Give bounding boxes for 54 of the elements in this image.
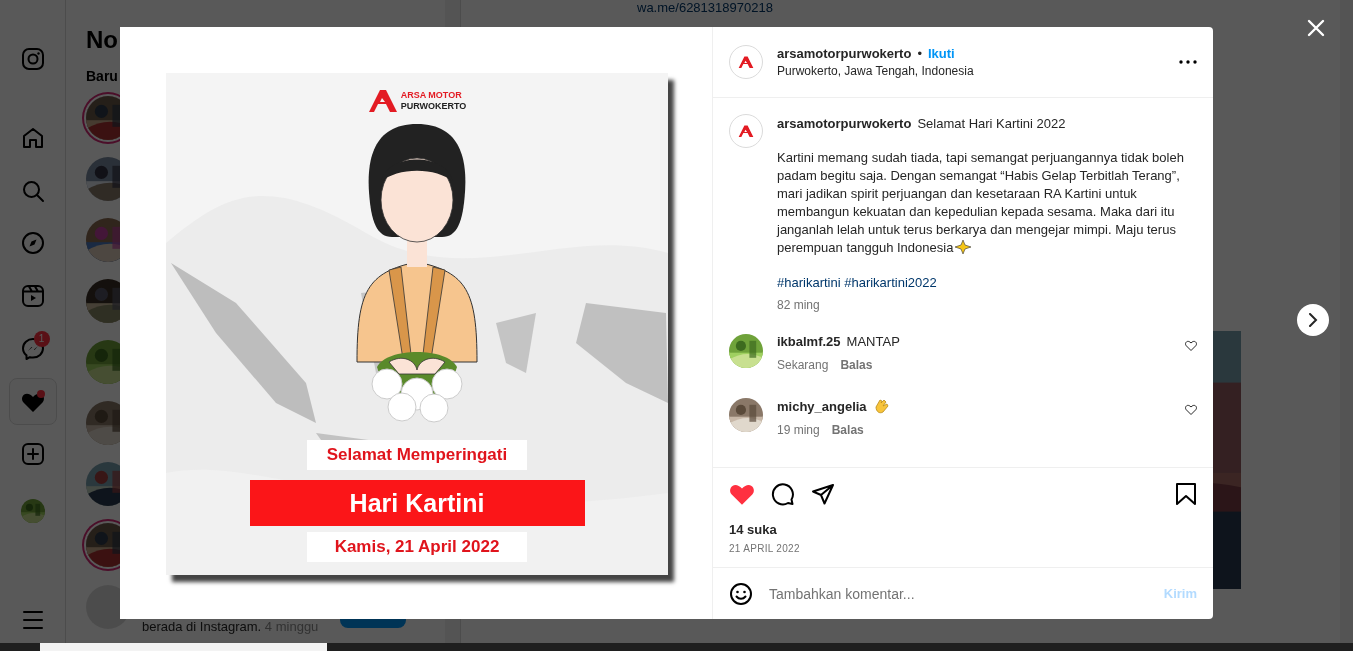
date-text: Kamis, 21 April 2022 (307, 532, 527, 562)
brand-name: ARSA MOTOR (400, 90, 463, 101)
share-button[interactable] (811, 482, 835, 506)
account-avatar[interactable] (729, 114, 763, 148)
more-options-button[interactable] (1179, 60, 1197, 64)
post-date: 21 APRIL 2022 (729, 543, 801, 554)
reply-button[interactable]: Balas (831, 423, 864, 437)
user-avatar[interactable] (729, 334, 763, 368)
post-time: 82 ming (777, 298, 821, 312)
compass-icon (20, 231, 45, 256)
username[interactable]: ikbalmf.25 (777, 334, 841, 349)
like-comment-button[interactable] (1185, 404, 1197, 415)
nav-button[interactable] (8, 378, 57, 425)
video-icon (20, 284, 45, 309)
logo-icon (738, 55, 754, 69)
brand-city: PURWOKERTO (400, 101, 467, 112)
notification-dot (36, 390, 45, 399)
scrollbar[interactable] (1340, 0, 1353, 643)
search-icon (20, 178, 45, 203)
unread-badge: 1 (33, 330, 50, 347)
section-title: Baru (86, 68, 119, 84)
username[interactable]: arsamotorpurwokerto (777, 46, 912, 61)
caption-text: Kartini memang sudah tiada, tapi semangat perjuangannya tidak boleh padam begitu saja. Dengan semangat “Habis Gelap Terbitlah Terang”, mari jadikan spirit perjuangan dan kesetaraan RA Kartini untuk membangun kekuatan dan kepedulian kepada sesama. Maka dari itu janganlah lelah untuk terus berkarya dan mengejar mimpi. Maju terus perempuan tangguh Indonesia (777, 149, 1185, 257)
user-avatar[interactable] (729, 398, 763, 432)
comment-time: Sekarang (777, 358, 829, 372)
like-comment-button[interactable] (1185, 340, 1197, 351)
emoji-button[interactable] (729, 581, 753, 606)
logo-icon (738, 124, 754, 138)
account-avatar[interactable] (729, 45, 763, 79)
greeting-text: Selamat Memperingati (307, 440, 527, 470)
chevron-right-icon (1308, 313, 1318, 327)
clapping-hands-icon (872, 398, 889, 414)
separator-dot: • (917, 46, 922, 61)
camera-logo-icon (20, 47, 45, 72)
username[interactable]: arsamotorpurwokerto (777, 116, 912, 131)
next-button[interactable] (1297, 304, 1329, 336)
sparkles-icon (955, 240, 972, 254)
plus-square-icon (20, 442, 45, 467)
save-button[interactable] (1175, 482, 1197, 506)
chat-bubble-icon (20, 336, 45, 361)
hashtags-link[interactable]: #harikartini #harikartini2022 (777, 275, 1197, 290)
panel-title: No (86, 26, 119, 54)
like-button[interactable] (729, 482, 755, 506)
banner-title: Hari Kartini (249, 480, 585, 526)
comment-text: MANTAP (846, 334, 900, 349)
home-icon (20, 126, 45, 151)
like-count[interactable]: 14 suka (729, 522, 1197, 537)
logo-icon (367, 89, 398, 113)
reply-button[interactable]: Balas (840, 358, 873, 372)
username[interactable]: michy_angelia (777, 398, 867, 414)
comment-button[interactable] (771, 482, 795, 506)
location-text[interactable]: Purwokerto, Jawa Tengah, Indonesia (777, 64, 1165, 78)
comment-time: 19 ming (777, 423, 820, 437)
caption-title: Selamat Hari Kartini 2022 (917, 116, 1066, 131)
